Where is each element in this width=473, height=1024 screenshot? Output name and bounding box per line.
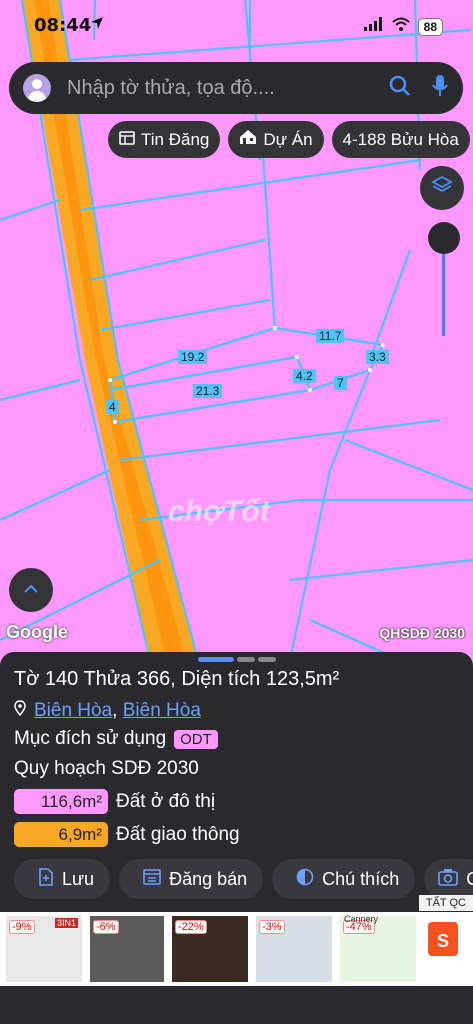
plan-label: Quy hoạch SDĐ 2030 xyxy=(14,758,199,779)
ad-product[interactable]: -6% xyxy=(90,916,164,982)
area-label: Đất ở đô thị xyxy=(116,790,216,812)
chip-label: Tin Đăng xyxy=(141,129,210,149)
opacity-slider-handle[interactable] xyxy=(428,222,460,254)
parcel-dimension-label: 11.7 xyxy=(316,329,345,343)
search-input[interactable]: Nhập tờ thửa, tọa độ.... xyxy=(67,77,389,100)
status-time: 08:44 xyxy=(34,15,92,36)
filter-chips: Tin Đăng Dự Án 4-188 Bửu Hòa xyxy=(108,121,470,158)
ad-close-label[interactable]: TẤT QC xyxy=(418,895,473,911)
status-bar: 08:44 88 xyxy=(0,0,473,52)
location-arrow-icon xyxy=(90,16,104,35)
signal-icon xyxy=(363,17,384,36)
discount-badge: -3% xyxy=(259,920,285,934)
expand-panel-button[interactable] xyxy=(9,568,53,612)
purpose-code-badge: ODT xyxy=(174,729,218,749)
area-row-residential: 116,6m² Đất ở đô thị xyxy=(14,789,215,814)
parcel-info-panel: Tờ 140 Thửa 366, Diện tích 123,5m² Biên … xyxy=(0,652,473,912)
action-label: Lưu xyxy=(62,868,95,889)
parcel-dimension-label: 21.3 xyxy=(193,384,223,398)
google-logo: Google xyxy=(6,622,68,642)
layers-icon xyxy=(431,175,453,202)
parcel-dimension-label: 7 xyxy=(334,376,347,390)
watermark: chợTốt xyxy=(168,495,270,528)
ad-product[interactable]: -3% xyxy=(256,916,332,982)
svg-text:S: S xyxy=(437,931,449,951)
layers-button[interactable] xyxy=(420,166,464,210)
action-label: Chú thích xyxy=(322,868,400,889)
post-icon xyxy=(143,868,161,890)
chip-du-an[interactable]: Dự Án xyxy=(228,121,324,158)
pager-dot xyxy=(258,657,276,662)
ad-product[interactable]: -9% 3IN1 xyxy=(6,916,82,982)
search-bar[interactable]: Nhập tờ thửa, tọa độ.... xyxy=(9,62,463,114)
pager-dot xyxy=(237,657,255,662)
ad-banner[interactable]: TẤT QC -9% 3IN1 -6% -22% -3% -47% Canner… xyxy=(0,895,473,986)
location-separator: , xyxy=(112,700,118,721)
location-link-ward[interactable]: Biên Hòa xyxy=(34,700,112,721)
camera-button[interactable]: C xyxy=(424,859,473,899)
bottom-bar xyxy=(0,986,473,1024)
avatar[interactable] xyxy=(23,74,51,102)
wifi-icon xyxy=(391,17,410,36)
microphone-icon[interactable] xyxy=(431,74,449,103)
discount-badge: -6% xyxy=(93,920,119,934)
camera-icon xyxy=(438,868,459,891)
parcel-dimension-label: 3.3 xyxy=(366,350,389,364)
search-icon[interactable] xyxy=(389,75,411,102)
parcel-dimension-label: 19.2 xyxy=(178,350,208,364)
chip-location[interactable]: 4-188 Bửu Hòa xyxy=(331,121,470,158)
ad-brand: Cannery xyxy=(344,914,379,924)
save-button[interactable]: Lưu xyxy=(14,859,111,899)
legend-button[interactable]: Chú thích xyxy=(272,859,416,899)
action-label: Đăng bán xyxy=(169,868,248,889)
land-purpose: Mục đích sử dụng ODT xyxy=(14,728,218,750)
ad-product[interactable]: -47% Cannery xyxy=(340,914,416,982)
pager-dot-active xyxy=(198,657,234,662)
chip-tin-dang[interactable]: Tin Đăng xyxy=(108,121,221,158)
battery-level: 88 xyxy=(417,17,443,36)
legend-icon xyxy=(296,868,314,891)
post-for-sale-button[interactable]: Đăng bán xyxy=(119,859,264,899)
area-value-badge: 6,9m² xyxy=(14,822,108,847)
chevron-up-icon xyxy=(23,581,39,599)
location-link-city[interactable]: Biên Hòa xyxy=(123,700,201,721)
parcel-location: Biên Hòa, Biên Hòa xyxy=(14,700,201,722)
chip-label: Dự Án xyxy=(263,129,313,149)
area-row-transport: 6,9m² Đất giao thông xyxy=(14,822,240,847)
discount-badge: -22% xyxy=(175,920,207,934)
chip-label: 4-188 Bửu Hòa xyxy=(342,129,459,149)
discount-badge: -9% xyxy=(9,920,35,934)
ad-tag: 3IN1 xyxy=(54,918,78,928)
panel-pager xyxy=(198,657,276,662)
save-icon xyxy=(38,867,54,891)
parcel-dimension-label: 4 xyxy=(106,400,119,414)
ad-product[interactable]: -22% xyxy=(172,916,248,982)
parcel-dimension-label: 4.2 xyxy=(293,369,316,383)
listing-icon xyxy=(119,130,135,150)
location-pin-icon xyxy=(14,700,26,722)
panel-actions: Lưu Đăng bán Chú thích C xyxy=(14,859,473,899)
area-value-badge: 116,6m² xyxy=(14,789,108,814)
area-label: Đất giao thông xyxy=(116,823,240,845)
action-label: C xyxy=(466,868,473,889)
building-icon xyxy=(239,129,257,150)
map-layer-badge: QHSDĐ 2030 xyxy=(379,625,465,641)
purpose-label: Mục đích sử dụng xyxy=(14,728,167,749)
parcel-title: Tờ 140 Thửa 366, Diện tích 123,5m² xyxy=(14,668,340,690)
shopee-icon[interactable]: S xyxy=(428,922,458,956)
